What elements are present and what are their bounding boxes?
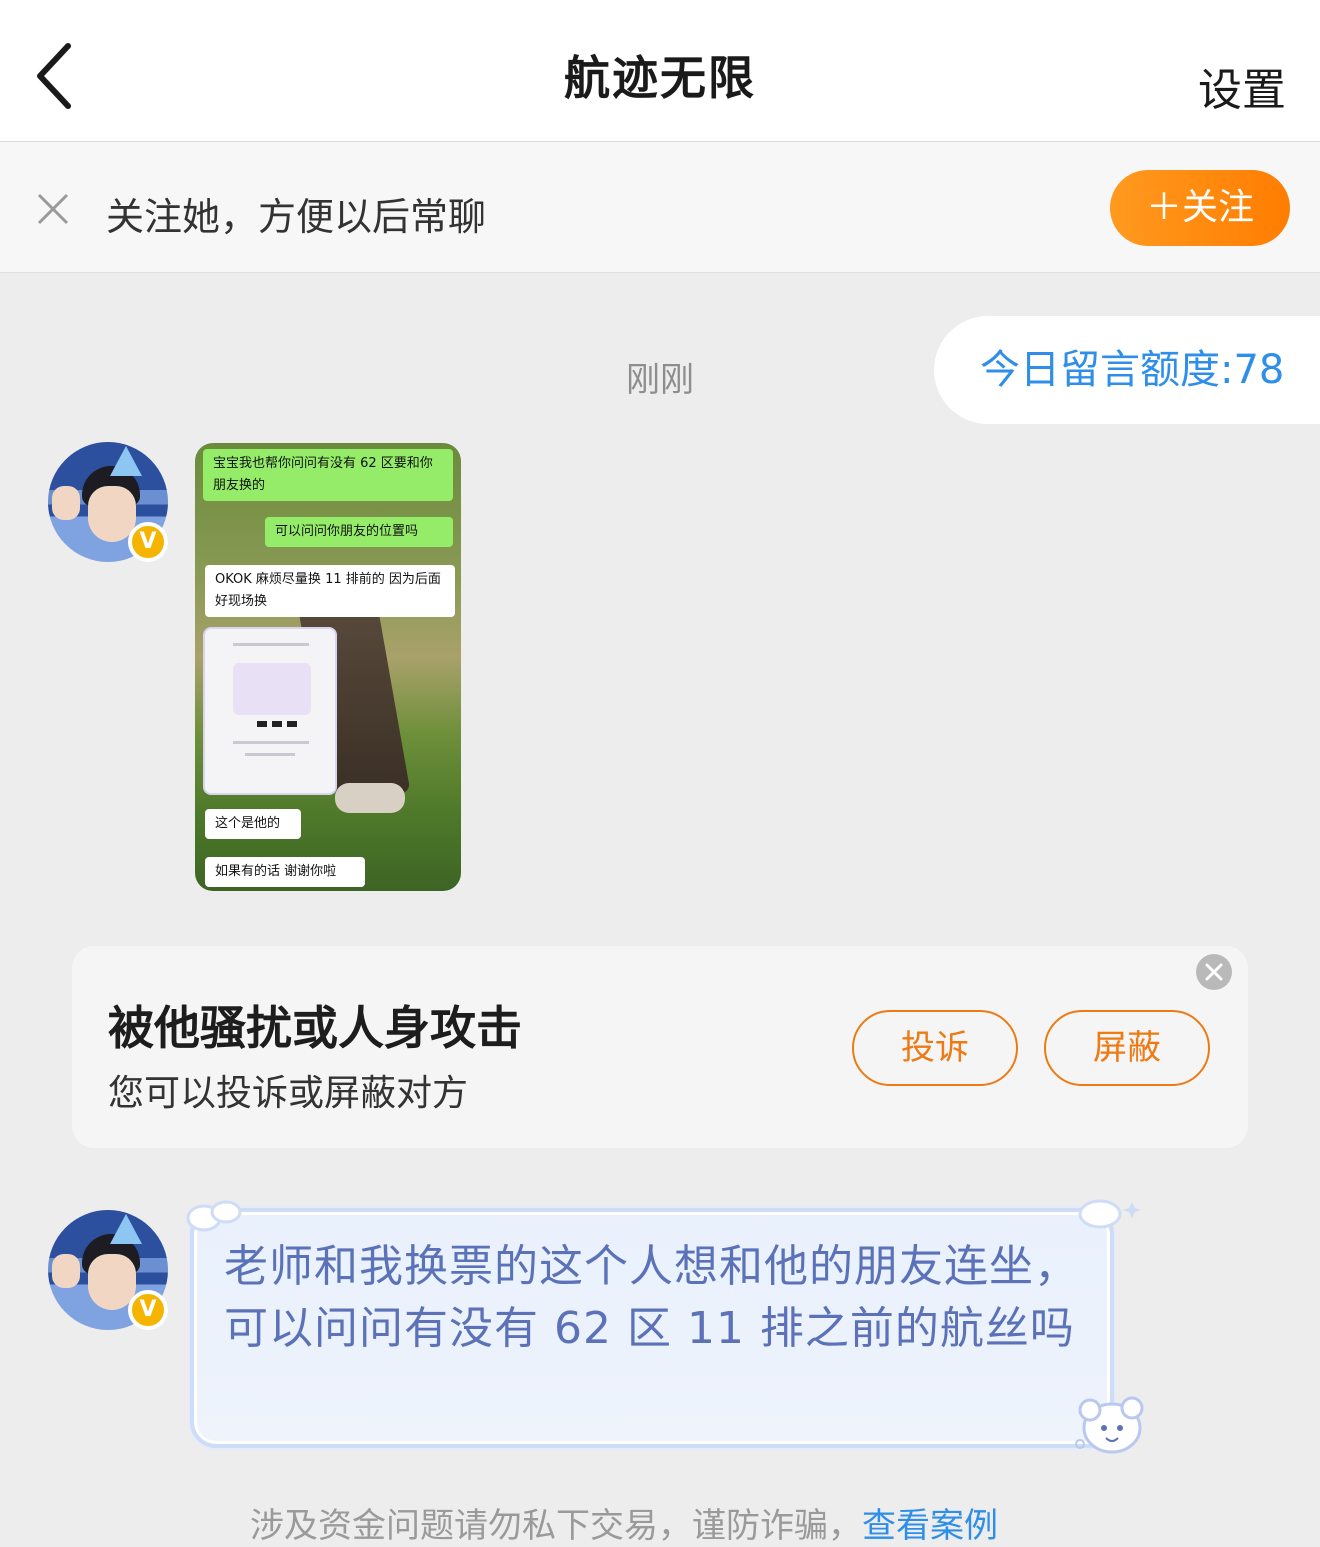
block-button[interactable]: 屏蔽 bbox=[1044, 1010, 1210, 1086]
screenshot-bubble: OKOK 麻烦尽量换 11 排前的 因为后面好现场换 bbox=[205, 565, 455, 617]
message-text: 老师和我换票的这个人想和他的朋友连坐，可以问问有没有 62 区 11 排之前的航… bbox=[224, 1241, 1079, 1354]
mascot-sticker-icon bbox=[1075, 1396, 1144, 1454]
cloud-decoration-icon bbox=[186, 1200, 242, 1232]
nav-header: 航迹无限 设置 bbox=[0, 0, 1320, 142]
screenshot-bubble: 如果有的话 谢谢你啦 bbox=[205, 857, 365, 887]
page-title: 航迹无限 bbox=[564, 51, 756, 105]
message-quota-badge[interactable]: 今日留言额度:78 bbox=[934, 316, 1320, 424]
close-icon[interactable] bbox=[36, 192, 70, 226]
verified-badge-icon: V bbox=[128, 1290, 168, 1330]
follow-button[interactable]: ＋关注 bbox=[1110, 170, 1290, 246]
anti-fraud-text: 涉及资金问题请勿私下交易，谨防诈骗， bbox=[250, 1506, 862, 1546]
follow-prompt-text: 关注她，方便以后常聊 bbox=[106, 195, 487, 239]
avatar[interactable]: V bbox=[48, 442, 168, 562]
text-message-bubble[interactable]: 老师和我换票的这个人想和他的朋友连坐，可以问问有没有 62 区 11 排之前的航… bbox=[190, 1208, 1114, 1448]
avatar[interactable]: V bbox=[48, 1210, 168, 1330]
report-button[interactable]: 投诉 bbox=[852, 1010, 1018, 1086]
verified-badge-icon: V bbox=[128, 522, 168, 562]
notice-title: 被他骚扰或人身攻击 bbox=[108, 1001, 522, 1055]
settings-button[interactable]: 设置 bbox=[1198, 54, 1286, 118]
anti-fraud-notice: 涉及资金问题请勿私下交易，谨防诈骗，查看案例 bbox=[250, 1498, 998, 1547]
image-message[interactable]: 宝宝我也帮你问问有没有 62 区要和你朋友换的 可以问问你朋友的位置吗 OKOK… bbox=[195, 443, 461, 891]
view-cases-link[interactable]: 查看案例 bbox=[862, 1506, 998, 1546]
close-icon[interactable] bbox=[1196, 954, 1232, 990]
screenshot-bubble: 宝宝我也帮你问问有没有 62 区要和你朋友换的 bbox=[203, 449, 453, 501]
harassment-notice-card: 被他骚扰或人身攻击 您可以投诉或屏蔽对方 投诉 屏蔽 bbox=[72, 946, 1248, 1148]
screenshot-ticket-card bbox=[205, 629, 335, 793]
screenshot-bubble: 可以问问你朋友的位置吗 bbox=[265, 517, 453, 547]
cloud-decoration-icon bbox=[1078, 1199, 1141, 1229]
screenshot-bubble: 这个是他的 bbox=[205, 809, 301, 839]
notice-subtitle: 您可以投诉或屏蔽对方 bbox=[108, 1073, 469, 1114]
